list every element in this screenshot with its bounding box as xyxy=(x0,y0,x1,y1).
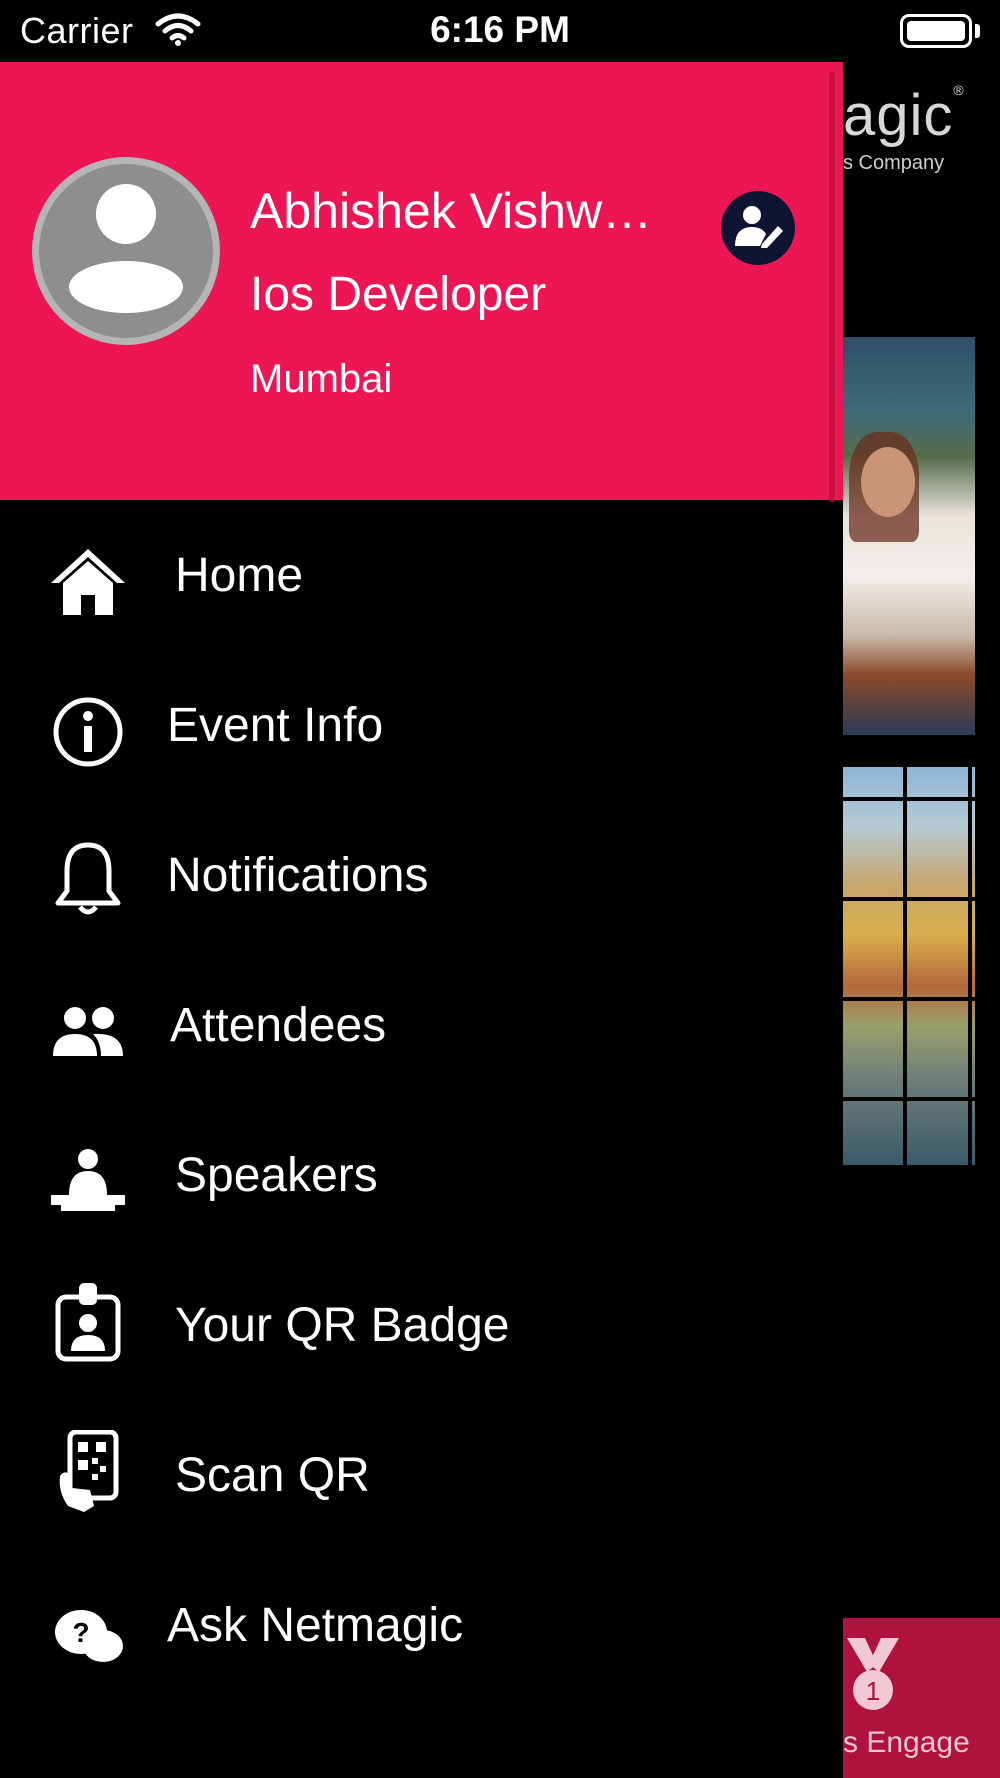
menu-item-ask-netmagic[interactable]: ? Ask Netmagic xyxy=(0,1550,843,1700)
avatar[interactable] xyxy=(32,157,220,345)
photo-detail xyxy=(861,447,915,517)
speaker-podium-icon xyxy=(46,1138,130,1222)
badge-icon xyxy=(46,1280,130,1364)
menu-label-notifications: Notifications xyxy=(167,849,429,902)
edit-user-icon xyxy=(732,204,784,253)
side-drawer: Abhishek Vishw… Ios Developer Mumbai Hom… xyxy=(0,62,843,1778)
puzzle-line xyxy=(843,997,975,1001)
edit-profile-button[interactable] xyxy=(721,191,795,265)
menu-item-speakers[interactable]: Speakers xyxy=(0,1100,843,1250)
drawer-scrollbar[interactable] xyxy=(829,72,835,502)
brand-tagline: s Company xyxy=(843,152,945,174)
menu-item-qr-badge[interactable]: Your QR Badge xyxy=(0,1250,843,1400)
battery-nub xyxy=(975,24,980,38)
menu-label-ask-netmagic: Ask Netmagic xyxy=(167,1599,464,1652)
background-app: agic® s Company 1 s Engage xyxy=(843,62,1000,1778)
menu-item-notifications[interactable]: Notifications xyxy=(0,800,843,950)
svg-text:1: 1 xyxy=(866,1676,880,1706)
medal-icon: 1 xyxy=(843,1638,903,1718)
bell-icon xyxy=(46,838,130,922)
event-photo-card[interactable] xyxy=(843,337,975,735)
menu-label-event-info: Event Info xyxy=(167,699,384,752)
profile-name: Abhishek Vishw… xyxy=(250,183,653,239)
puzzle-line xyxy=(903,767,907,1165)
menu-item-event-info[interactable]: Event Info xyxy=(0,650,843,800)
brand-logo-text: agic xyxy=(843,83,954,148)
puzzle-line xyxy=(843,797,975,801)
battery-icon xyxy=(900,14,972,48)
info-icon xyxy=(46,690,130,774)
svg-text:?: ? xyxy=(72,1617,89,1648)
engage-tab[interactable]: 1 s Engage xyxy=(843,1618,1000,1778)
status-time: 6:16 PM xyxy=(430,9,570,50)
people-icon xyxy=(46,990,130,1074)
menu-item-home[interactable]: Home xyxy=(0,500,843,650)
puzzle-line xyxy=(843,897,975,901)
menu-label-scan-qr: Scan QR xyxy=(175,1449,370,1502)
puzzle-line xyxy=(968,767,972,1165)
menu-label-qr-badge: Your QR Badge xyxy=(175,1299,510,1352)
avatar-body xyxy=(69,261,183,313)
status-bar: Carrier 6:16 PM xyxy=(0,0,1000,62)
engage-label: s Engage xyxy=(843,1726,970,1759)
profile-header: Abhishek Vishw… Ios Developer Mumbai xyxy=(0,62,843,500)
profile-role: Ios Developer xyxy=(250,268,547,321)
brand-logo: agic® xyxy=(843,82,965,149)
menu-label-speakers: Speakers xyxy=(175,1149,378,1202)
menu-item-attendees[interactable]: Attendees xyxy=(0,950,843,1100)
event-photo-card[interactable] xyxy=(843,767,975,1165)
home-icon xyxy=(46,540,130,624)
puzzle-line xyxy=(843,1097,975,1101)
menu-label-home: Home xyxy=(175,549,304,602)
scan-qr-icon xyxy=(46,1430,130,1514)
registered-mark: ® xyxy=(953,82,965,98)
avatar-head xyxy=(96,184,156,244)
profile-city: Mumbai xyxy=(250,357,393,401)
ask-chat-icon: ? xyxy=(46,1594,130,1678)
menu-label-attendees: Attendees xyxy=(170,999,387,1052)
menu-item-scan-qr[interactable]: Scan QR xyxy=(0,1400,843,1550)
